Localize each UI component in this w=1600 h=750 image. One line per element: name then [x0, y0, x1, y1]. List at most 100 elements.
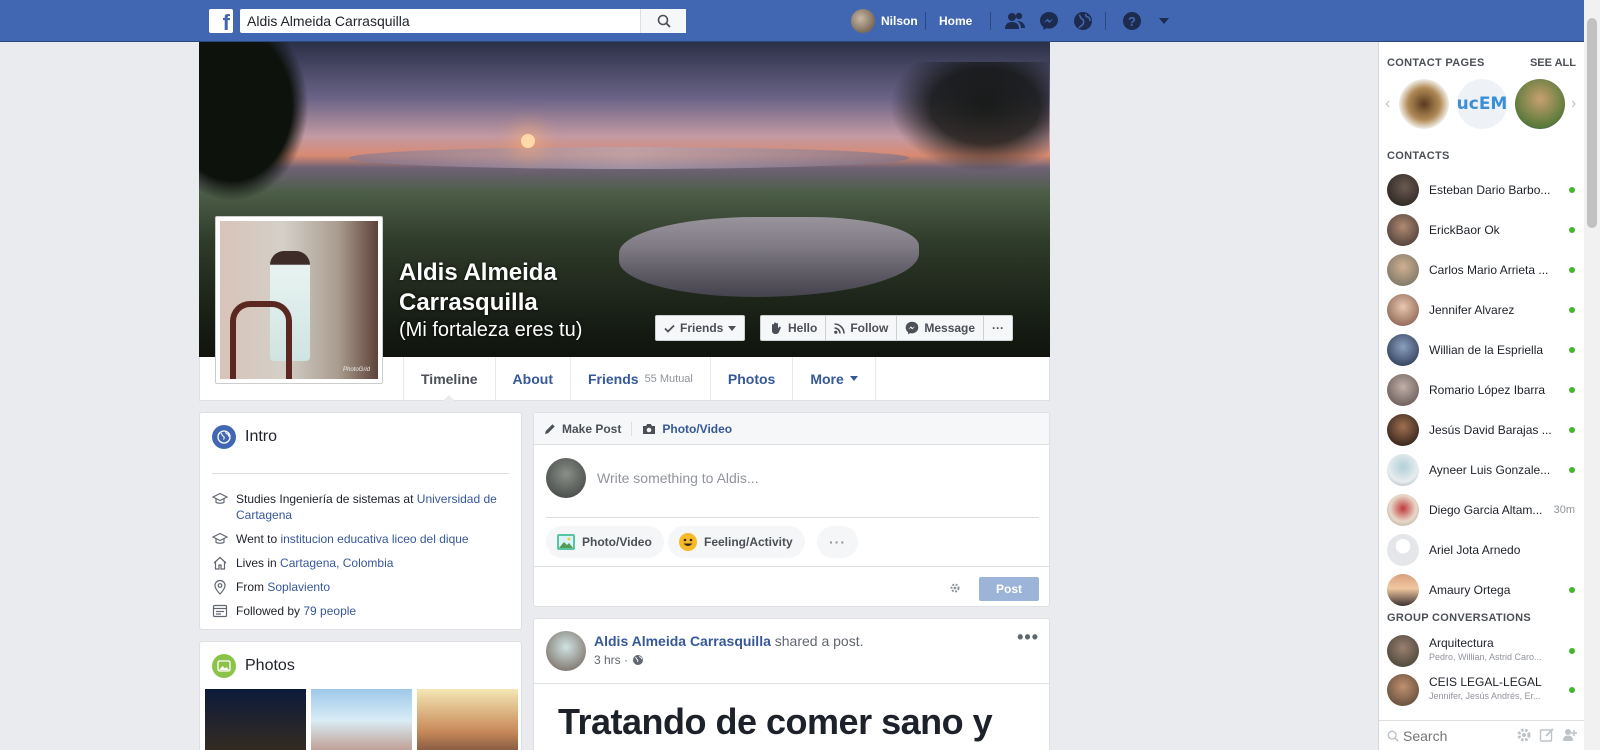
feeling-activity-button[interactable]: Feeling/Activity	[668, 526, 805, 558]
divider	[212, 473, 509, 474]
follow-button-label: Follow	[850, 321, 889, 335]
photo-thumbnail[interactable]	[311, 689, 412, 750]
photos-title: Photos	[245, 657, 295, 674]
search-input[interactable]	[240, 9, 640, 33]
online-indicator	[1569, 687, 1575, 693]
post-timestamp[interactable]: 3 hrs ·	[594, 653, 644, 667]
hometown-link[interactable]: Soplaviento	[267, 580, 330, 594]
nav-home-link[interactable]: Home	[939, 14, 972, 28]
tab-about[interactable]: About	[496, 357, 571, 400]
new-group-icon[interactable]	[1562, 727, 1578, 743]
nav-profile-link[interactable]: Nilson	[851, 9, 918, 33]
contact-item[interactable]: Esteban Dario Barbo...	[1379, 170, 1585, 210]
graduation-cap-icon	[212, 492, 228, 504]
author-avatar[interactable]	[546, 631, 586, 671]
search-box	[240, 9, 686, 33]
hello-button[interactable]: Hello	[760, 315, 826, 341]
see-all-link[interactable]: SEE ALL	[1530, 57, 1576, 69]
account-menu-chevron-down-icon[interactable]	[1153, 11, 1175, 31]
tab-label: Photos	[727, 370, 776, 387]
group-avatar	[1387, 635, 1419, 667]
help-icon[interactable]: ?	[1121, 11, 1143, 31]
chat-search-bar	[1379, 720, 1584, 750]
group-conversations-heading: GROUP CONVERSATIONS	[1387, 612, 1532, 624]
scrollbar-thumb[interactable]	[1587, 18, 1597, 228]
graduation-cap-icon	[212, 532, 228, 544]
contact-item[interactable]: Jennifer Alvarez	[1379, 290, 1585, 330]
photo-thumbnail[interactable]	[417, 689, 518, 750]
contact-avatar	[1387, 334, 1419, 366]
contact-item[interactable]: Diego Garcia Altam... 30m	[1379, 490, 1585, 530]
group-conversation-item[interactable]: CEIS LEGAL-LEGAL Jennifer, Jesús Andrés,…	[1379, 670, 1585, 710]
online-indicator	[1569, 344, 1575, 356]
contact-item[interactable]: Ayneer Luis Gonzale...	[1379, 450, 1585, 490]
tab-photos[interactable]: Photos	[711, 357, 794, 400]
chevron-left-icon[interactable]: ‹	[1385, 95, 1390, 113]
composer-input[interactable]: Write something to Aldis...	[597, 470, 759, 486]
contact-item[interactable]: ErickBaor Ok	[1379, 210, 1585, 250]
chevron-right-icon[interactable]: ›	[1571, 95, 1576, 113]
tab-label: Friends	[587, 370, 639, 387]
composer-more-button[interactable]: ···	[817, 526, 858, 558]
friends-button[interactable]: Friends	[655, 315, 746, 341]
message-button[interactable]: Message	[896, 315, 984, 341]
follow-button[interactable]: Follow	[825, 315, 897, 341]
contact-page-avatar[interactable]: ucEM	[1457, 79, 1507, 129]
post-composer: Make Post Photo/Video Write something to…	[533, 412, 1050, 607]
contact-item[interactable]: Jesús David Barajas ...	[1379, 410, 1585, 450]
make-post-tab[interactable]: Make Post	[544, 422, 621, 436]
messenger-icon[interactable]	[1038, 11, 1060, 31]
photo-video-button[interactable]: Photo/Video	[546, 526, 664, 558]
tab-friends[interactable]: Friends 55 Mutual	[571, 357, 711, 400]
globe-icon	[212, 425, 236, 449]
school-link[interactable]: institucion educativa liceo del dique	[280, 532, 468, 546]
post-options-button[interactable]: •••	[1017, 627, 1039, 648]
profile-picture[interactable]: PhotoGrid	[215, 216, 383, 384]
facebook-logo-icon[interactable]: f	[209, 9, 233, 33]
group-conversation-item[interactable]: Arquitectura Pedro, Willian, Astrid Caro…	[1379, 631, 1585, 671]
more-options-label: ···	[992, 321, 1005, 335]
tab-more[interactable]: More	[793, 357, 876, 400]
contact-item[interactable]: Amaury Ortega	[1379, 570, 1585, 610]
online-indicator	[1569, 584, 1575, 596]
post-button[interactable]: Post	[979, 577, 1039, 601]
check-icon	[664, 324, 675, 333]
online-indicator	[1569, 384, 1575, 396]
contact-avatar	[1387, 494, 1419, 526]
contact-avatar	[1387, 414, 1419, 446]
tab-timeline[interactable]: Timeline	[403, 357, 496, 401]
online-indicator	[1569, 184, 1575, 196]
contact-page-avatar[interactable]	[1399, 79, 1449, 129]
more-options-button[interactable]: ···	[983, 315, 1014, 341]
settings-gear-icon[interactable]	[949, 582, 961, 594]
photo-thumbnail[interactable]	[205, 689, 306, 750]
followers-icon	[212, 604, 228, 618]
notifications-globe-icon[interactable]	[1072, 11, 1094, 31]
city-link[interactable]: Cartagena, Colombia	[280, 556, 393, 570]
new-message-icon[interactable]	[1539, 727, 1555, 743]
contact-page-avatar[interactable]	[1515, 79, 1565, 129]
user-avatar	[546, 458, 586, 498]
profile-name[interactable]: Aldis Almeida Carrasquilla	[399, 258, 649, 318]
page-scrollbar[interactable]	[1584, 0, 1600, 750]
pencil-icon	[545, 423, 555, 434]
search-icon	[1387, 730, 1399, 742]
online-indicator	[1569, 648, 1575, 654]
contact-item[interactable]: Ariel Jota Arnedo	[1379, 530, 1585, 570]
post-author-link[interactable]: Aldis Almeida Carrasquilla	[594, 633, 771, 649]
contact-item[interactable]: Romario López Ibarra	[1379, 370, 1585, 410]
photo-watermark: PhotoGrid	[342, 367, 370, 373]
gear-icon[interactable]	[1516, 727, 1532, 743]
chat-search-input[interactable]	[1403, 727, 1513, 744]
search-button[interactable]	[640, 9, 686, 33]
friend-requests-icon[interactable]	[1004, 11, 1026, 31]
intro-card: Intro Studies Ingeniería de sistemas at …	[199, 412, 522, 630]
followers-link[interactable]: 79 people	[303, 604, 356, 618]
nav-divider	[990, 12, 991, 30]
svg-text:?: ?	[1128, 14, 1136, 29]
post-header: Aldis Almeida Carrasquilla shared a post…	[594, 633, 864, 649]
top-nav-bar: f Nilson Home ?	[0, 0, 1600, 42]
photo-video-tab[interactable]: Photo/Video	[642, 422, 732, 436]
contact-item[interactable]: Willian de la Espriella	[1379, 330, 1585, 370]
contact-item[interactable]: Carlos Mario Arrieta ...	[1379, 250, 1585, 290]
